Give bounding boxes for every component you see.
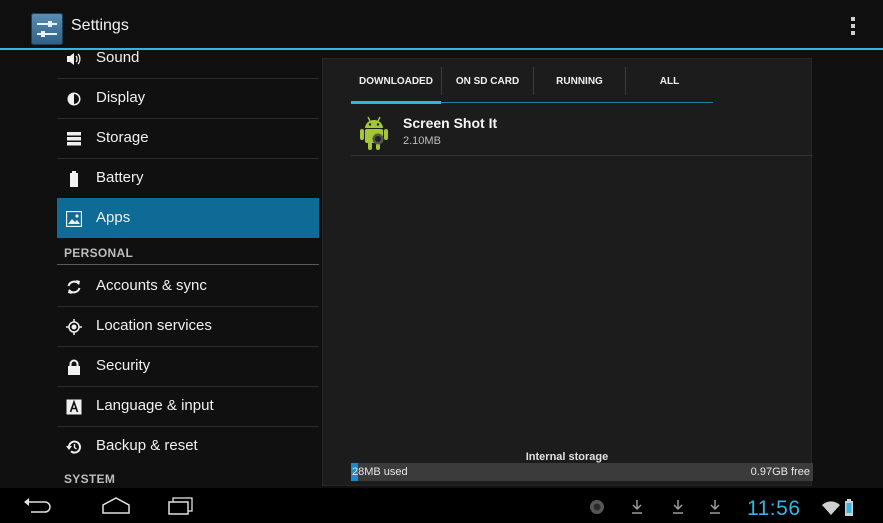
sidebar-item-storage[interactable]: Storage (57, 118, 319, 158)
sidebar-item-label: Backup & reset (96, 437, 198, 454)
sidebar-item-label: Accounts & sync (96, 277, 207, 294)
tab-downloaded[interactable]: DOWNLOADED (351, 59, 441, 103)
status-clock[interactable]: 11:56 (747, 497, 801, 521)
sidebar-item-accounts-sync[interactable]: Accounts & sync (57, 266, 319, 306)
sidebar-item-label: Language & input (96, 397, 214, 414)
overflow-menu-icon[interactable] (850, 16, 856, 36)
sidebar-item-sound[interactable]: Sound (57, 50, 319, 78)
sidebar-item-battery[interactable]: Battery (57, 158, 319, 198)
android-icon (358, 115, 390, 156)
app-list-item[interactable]: Screen Shot It 2.10MB (351, 111, 813, 157)
brightness-icon (66, 91, 82, 107)
storage-free-text: 0.97GB free (750, 466, 810, 478)
storage-used-text: 28MB used (352, 466, 408, 478)
app-size: 2.10MB (403, 135, 441, 147)
download-icon (631, 499, 643, 520)
apps-icon (65, 210, 83, 228)
sidebar-item-location-services[interactable]: Location services (57, 306, 319, 346)
sidebar-item-label: Apps (96, 209, 131, 226)
sidebar-item-label: Battery (96, 169, 144, 186)
sidebar-item-security[interactable]: Security (57, 346, 319, 386)
storage-icon (66, 131, 82, 147)
sidebar-item-label: Security (96, 357, 151, 374)
storage-label: Internal storage (525, 451, 609, 463)
tab-all[interactable]: ALL (626, 59, 713, 103)
tab-label: ON SD CARD (455, 76, 520, 87)
backup-icon (66, 439, 82, 455)
page-title: Settings (71, 17, 129, 34)
action-bar (0, 0, 883, 48)
lock-icon (66, 359, 82, 375)
battery-icon (66, 171, 82, 187)
screenshot-app-icon (589, 499, 605, 520)
wifi-icon (822, 501, 840, 520)
sidebar-item-label: Display (96, 89, 146, 106)
sidebar-item-label: Location services (96, 317, 212, 334)
sidebar-item-backup-reset[interactable]: Backup & reset (57, 426, 319, 466)
app-name: Screen Shot It (403, 115, 498, 131)
keyboard-icon (66, 399, 82, 415)
speaker-icon (66, 51, 82, 67)
sidebar-item-label: Storage (96, 129, 149, 146)
sidebar-item-apps[interactable]: Apps (57, 198, 319, 238)
sync-icon (66, 279, 82, 295)
sidebar-item-language-input[interactable]: Language & input (57, 386, 319, 426)
download-icon (672, 499, 684, 520)
tab-label: RUNNING (556, 76, 603, 87)
location-icon (66, 319, 82, 335)
section-header-system: SYSTEM (64, 472, 116, 486)
tab-on-sd-card[interactable]: ON SD CARD (442, 59, 533, 103)
home-icon[interactable] (101, 497, 131, 520)
apps-panel: DOWNLOADED ON SD CARD RUNNING ALL Screen… (322, 58, 813, 486)
tab-label: ALL (659, 76, 680, 87)
settings-sidebar[interactable]: Sound Display Storage Battery Apps PERSO… (57, 50, 319, 486)
list-divider (351, 155, 813, 156)
tab-label: DOWNLOADED (359, 76, 433, 87)
back-icon[interactable] (23, 497, 53, 518)
tab-running[interactable]: RUNNING (534, 59, 625, 103)
download-icon (709, 499, 721, 520)
tab-strip-baseline (441, 102, 713, 103)
sidebar-item-label: Sound (96, 50, 140, 66)
section-divider (57, 264, 319, 265)
storage-usage-bar: 28MB used 0.97GB free (351, 463, 813, 481)
selected-tab-indicator (351, 101, 441, 104)
settings-app-icon[interactable] (31, 13, 63, 45)
battery-status-icon (844, 499, 854, 521)
section-header-personal: PERSONAL (64, 246, 134, 260)
sidebar-item-display[interactable]: Display (57, 78, 319, 118)
recent-apps-icon[interactable] (168, 497, 194, 520)
